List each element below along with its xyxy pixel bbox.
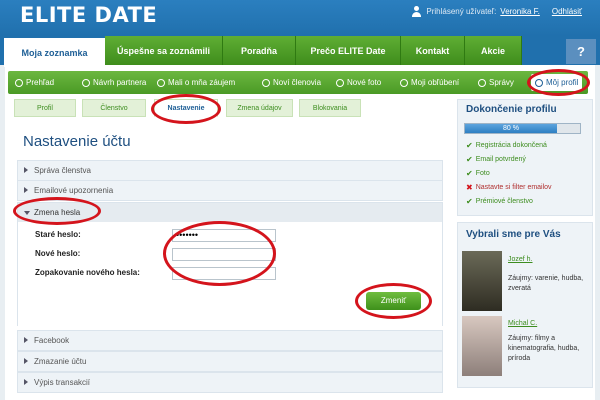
- section-label: Výpis transakcií: [34, 378, 91, 387]
- subnav-label: Moji obľúbení: [411, 78, 460, 87]
- highlight-ring: [163, 221, 276, 286]
- section-facebook[interactable]: Facebook: [17, 330, 443, 351]
- tab-profil[interactable]: Profil: [14, 99, 76, 117]
- tab-clenstvo[interactable]: Členstvo: [82, 99, 146, 117]
- tab-preco-elite[interactable]: Prečo ELITE Date: [296, 36, 401, 65]
- subnav-label: Noví členovia: [273, 78, 322, 87]
- check-icon: ✔: [466, 155, 473, 164]
- tab-zmena-udajov[interactable]: Zmena údajov: [226, 99, 293, 117]
- section-label: Zmazanie účtu: [34, 357, 87, 366]
- checklist-label: Registrácia dokončená: [475, 142, 547, 149]
- logged-label: Prihlásený užívateľ:: [426, 7, 497, 16]
- person-photo[interactable]: [462, 251, 502, 311]
- highlight-ring: [151, 94, 221, 124]
- chevron-right-icon: [24, 167, 28, 173]
- site-logo[interactable]: ELITE DATE: [20, 3, 157, 27]
- section-sprava-clenstva[interactable]: Správa členstva: [17, 160, 443, 181]
- tab-moja-zoznamka[interactable]: Moja zoznamka: [4, 38, 105, 67]
- thumb-icon: [157, 78, 165, 87]
- checklist-label: Foto: [475, 170, 490, 177]
- chevron-right-icon: [24, 337, 28, 343]
- checklist-item[interactable]: ✖ Nastavte si filter emailov: [466, 183, 552, 192]
- checklist-item: ✔ Prémiové členstvo: [466, 197, 533, 206]
- person-photo[interactable]: [462, 316, 502, 376]
- section-label: Emailové upozornenia: [34, 186, 114, 195]
- picked-title: Vybrali sme pre Vás: [466, 229, 561, 240]
- main-nav: Moja zoznamka Úspešne sa zoznámili Porad…: [0, 36, 600, 67]
- tab-uspesne[interactable]: Úspešne sa zoznámili: [105, 36, 223, 65]
- heart-icon: [400, 78, 408, 87]
- checklist-item: ✔ Foto: [466, 169, 490, 178]
- page-title: Nastavenie účtu: [23, 133, 131, 150]
- tab-poradna[interactable]: Poradňa: [223, 36, 296, 65]
- old-password-label: Staré heslo:: [35, 230, 81, 239]
- subnav-label: Mali o mňa záujem: [168, 78, 236, 87]
- section-label: Správa členstva: [34, 166, 91, 175]
- repeat-password-label: Zopakovanie nového hesla:: [35, 268, 140, 277]
- subnav-moji-oblubeni[interactable]: Moji obľúbení: [396, 74, 463, 91]
- highlight-ring: [13, 197, 101, 225]
- subnav-mali-zaujem[interactable]: Mali o mňa záujem: [153, 74, 239, 91]
- subnav-label: Správy: [489, 78, 514, 87]
- chevron-right-icon: [24, 358, 28, 364]
- section-label: Facebook: [34, 336, 70, 345]
- chevron-right-icon: [24, 187, 28, 193]
- check-icon: ✔: [466, 169, 473, 178]
- users-icon: [262, 78, 270, 87]
- completion-progress: 80 %: [464, 123, 581, 134]
- highlight-ring: [527, 69, 590, 96]
- tab-akcie[interactable]: Akcie: [465, 36, 522, 65]
- person-interests: Záujmy: filmy a kinematografia, hudba, p…: [508, 335, 580, 362]
- highlight-ring: [355, 283, 432, 319]
- checklist-label: Nastavte si filter emailov: [475, 184, 552, 191]
- person-name-link[interactable]: Jozef h.: [508, 256, 533, 263]
- user-icon: [82, 78, 90, 87]
- logout-link[interactable]: Odhlásiť: [552, 7, 582, 16]
- subnav-navrh-partnera[interactable]: Návrh partnera: [78, 74, 150, 91]
- checklist-label: Prémiové členstvo: [475, 198, 533, 205]
- subnav-label: Prehľad: [26, 78, 55, 87]
- checklist-label: Email potvrdený: [475, 156, 526, 163]
- help-button[interactable]: ?: [566, 39, 596, 64]
- person-name-link[interactable]: Michal C.: [508, 320, 537, 327]
- top-header: ELITE DATE Prihlásený užívateľ: Veronika…: [0, 0, 600, 36]
- check-icon: ✔: [466, 141, 473, 150]
- subnav-prehlad[interactable]: Prehľad: [11, 74, 58, 91]
- subnav-label: Nové foto: [347, 78, 382, 87]
- section-vypis-transakcii[interactable]: Výpis transakcií: [17, 372, 443, 393]
- user-icon: [411, 6, 422, 17]
- chat-icon: [478, 78, 486, 87]
- checklist-item: ✔ Email potvrdený: [466, 155, 526, 164]
- section-zmazanie-uctu[interactable]: Zmazanie účtu: [17, 351, 443, 372]
- chevron-right-icon: [24, 379, 28, 385]
- checklist-item: ✔ Registrácia dokončená: [466, 141, 547, 150]
- subnav-novi-clenovia[interactable]: Noví členovia: [258, 74, 325, 91]
- section-emailove-upozornenia[interactable]: Emailové upozornenia: [17, 180, 443, 201]
- tab-blokovania[interactable]: Blokovania: [299, 99, 361, 117]
- user-box: Prihlásený užívateľ: Veronika F. Odhlási…: [411, 6, 582, 17]
- subnav-spravy[interactable]: Správy: [474, 74, 518, 91]
- home-icon: [15, 78, 23, 87]
- progress-fill: 80 %: [465, 124, 557, 133]
- tab-kontakt[interactable]: Kontakt: [401, 36, 465, 65]
- cross-icon: ✖: [466, 183, 473, 192]
- person-interests: Záujmy: varenie, hudba, zveratá: [508, 275, 584, 292]
- user-name-link[interactable]: Veronika F.: [500, 7, 540, 16]
- subnav-nove-foto[interactable]: Nové foto: [332, 74, 385, 91]
- check-icon: ✔: [466, 197, 473, 206]
- search-icon: [336, 78, 344, 87]
- completion-title: Dokončenie profilu: [466, 104, 557, 115]
- sub-nav: Prehľad Návrh partnera Mali o mňa záujem…: [8, 71, 588, 94]
- subnav-label: Návrh partnera: [93, 78, 147, 87]
- new-password-label: Nové heslo:: [35, 249, 81, 258]
